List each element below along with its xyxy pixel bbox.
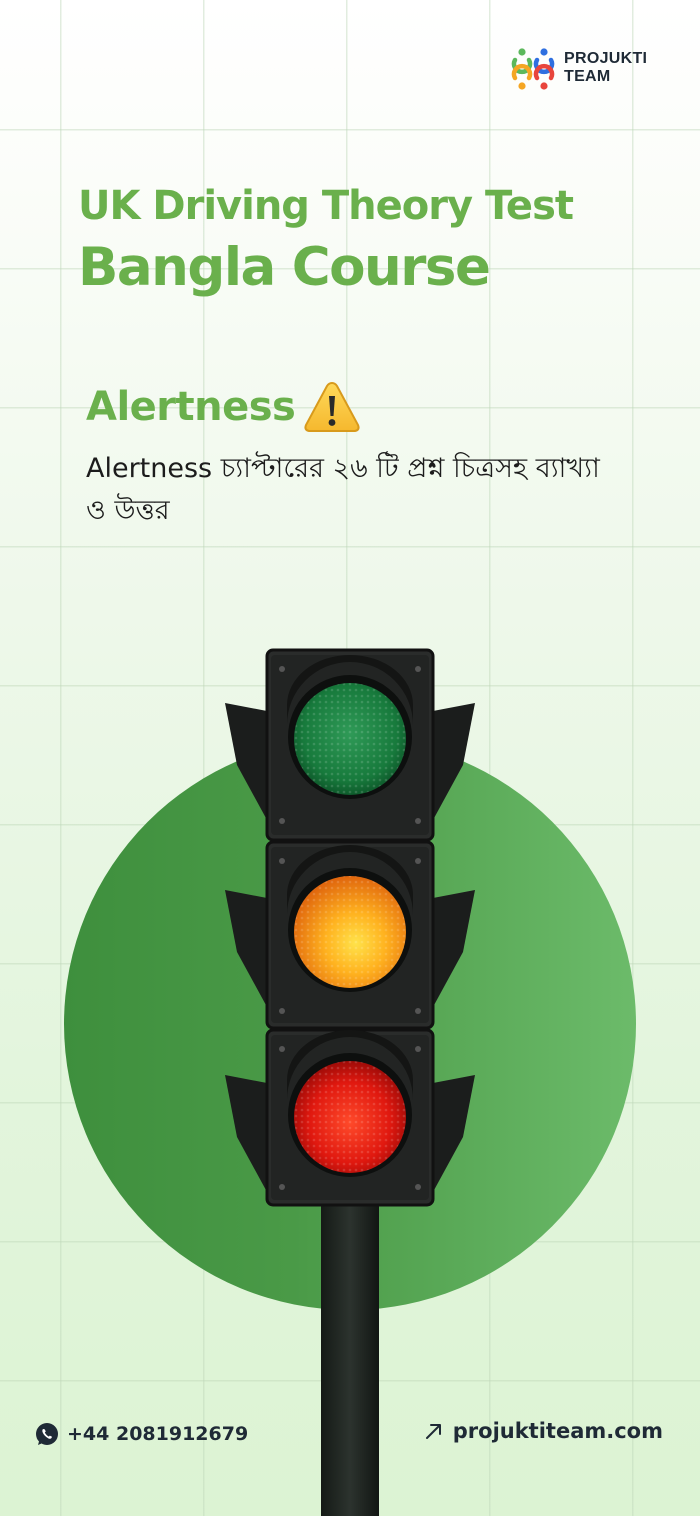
course-title: UK Driving Theory Test bbox=[78, 183, 574, 229]
brand-name-line2: TEAM bbox=[564, 68, 611, 85]
brand-logo[interactable]: PROJUKTI TEAM bbox=[511, 46, 647, 90]
amber-light bbox=[225, 840, 475, 1030]
contact-phone[interactable]: +44 2081912679 bbox=[33, 1420, 248, 1448]
course-banner: PROJUKTI TEAM UK Driving Theory Test Ban… bbox=[0, 0, 700, 1516]
green-light bbox=[225, 648, 475, 842]
whatsapp-icon bbox=[36, 1423, 58, 1445]
course-subtitle: Bangla Course bbox=[78, 237, 491, 298]
phone-number: +44 2081912679 bbox=[67, 1423, 249, 1445]
traffic-light-illustration bbox=[225, 648, 475, 1516]
red-light bbox=[225, 1028, 475, 1207]
website-url: projuktiteam.com bbox=[452, 1419, 663, 1443]
projukti-logo-icon bbox=[511, 48, 555, 90]
warning-icon bbox=[304, 381, 360, 432]
arrow-up-right-icon bbox=[425, 1424, 441, 1439]
website-link[interactable]: projuktiteam.com bbox=[423, 1419, 663, 1443]
chapter-name: Alertness bbox=[86, 384, 296, 430]
brand-name: PROJUKTI TEAM bbox=[564, 50, 647, 86]
chapter-heading: Alertness bbox=[86, 380, 361, 434]
brand-name-line1: PROJUKTI bbox=[564, 50, 648, 67]
chapter-description: Alertness চ্যাপ্টারের ২৬ টি প্রশ্ন চিত্র… bbox=[86, 453, 600, 526]
